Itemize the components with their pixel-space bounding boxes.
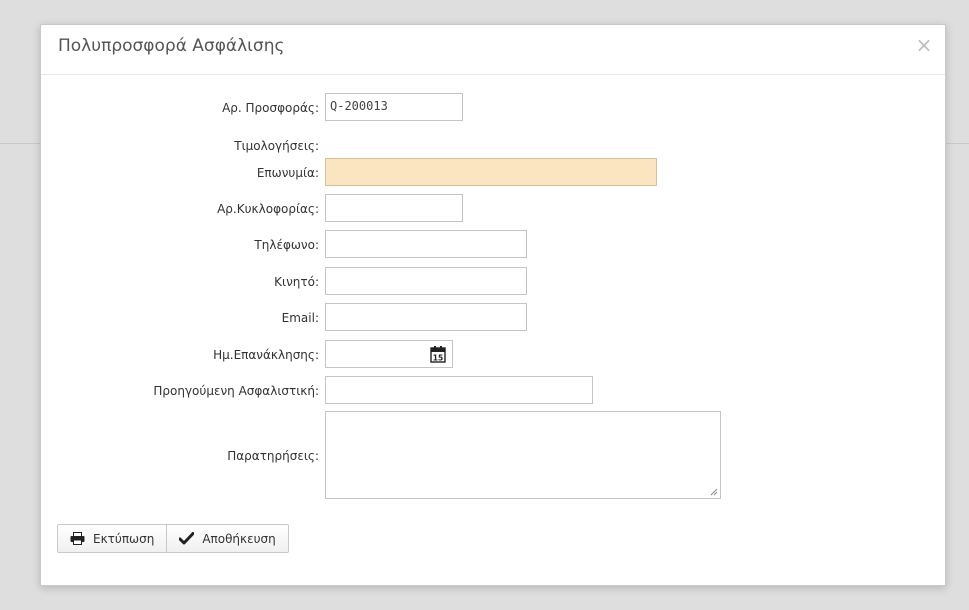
- print-button-label: Εκτύπωση: [93, 531, 155, 546]
- close-icon[interactable]: ×: [916, 33, 933, 57]
- save-button[interactable]: Αποθήκευση: [166, 525, 287, 552]
- invoicing-label: Τιμολογήσεις:: [234, 139, 319, 153]
- row-plate-number: Αρ.Κυκλοφορίας:: [41, 194, 945, 224]
- printer-icon: [70, 532, 85, 545]
- phone-field[interactable]: [325, 230, 527, 258]
- row-recall-date: Ημ.Επανάκλησης: 15: [41, 340, 945, 370]
- email-label: Email:: [281, 311, 319, 325]
- recall-date-label: Ημ.Επανάκλησης:: [213, 348, 319, 362]
- dialog-title: Πολυπροσφορά Ασφάλισης: [58, 36, 285, 56]
- row-email: Email:: [41, 303, 945, 333]
- resize-grip-icon[interactable]: [710, 488, 718, 496]
- plate-number-field[interactable]: [325, 194, 463, 222]
- row-company-name: Επωνυμία:: [41, 158, 945, 188]
- notes-label: Παρατηρήσεις:: [227, 449, 319, 463]
- action-button-group: Εκτύπωση Αποθήκευση: [57, 524, 289, 553]
- row-previous-insurer: Προηγούμενη Ασφαλιστική:: [41, 376, 945, 406]
- phone-label: Τηλέφωνο:: [254, 238, 319, 252]
- checkmark-icon: [179, 532, 195, 545]
- mobile-label: Κινητό:: [274, 275, 319, 289]
- recall-date-field[interactable]: 15: [325, 340, 453, 368]
- plate-number-label: Αρ.Κυκλοφορίας:: [217, 202, 319, 216]
- insurance-offer-dialog: Πολυπροσφορά Ασφάλισης × Αρ. Προσφοράς: …: [40, 24, 946, 586]
- calendar-icon-day: 15: [433, 354, 443, 363]
- previous-insurer-field[interactable]: [325, 376, 593, 404]
- email-field[interactable]: [325, 303, 527, 331]
- close-button[interactable]: ×: [915, 35, 933, 55]
- notes-textarea[interactable]: [325, 411, 721, 499]
- row-phone: Τηλέφωνο:: [41, 230, 945, 260]
- row-offer-number: Αρ. Προσφοράς: Q-200013: [41, 93, 945, 123]
- offer-number-label: Αρ. Προσφοράς:: [222, 101, 319, 115]
- row-notes: Παρατηρήσεις:: [41, 411, 945, 499]
- row-mobile: Κινητό:: [41, 267, 945, 297]
- print-button[interactable]: Εκτύπωση: [58, 525, 166, 552]
- save-button-label: Αποθήκευση: [202, 531, 276, 546]
- mobile-field[interactable]: [325, 267, 527, 295]
- offer-number-field[interactable]: Q-200013: [325, 93, 463, 121]
- previous-insurer-label: Προηγούμενη Ασφαλιστική:: [153, 384, 319, 398]
- company-name-field[interactable]: [325, 158, 657, 186]
- dialog-header: Πολυπροσφορά Ασφάλισης ×: [41, 25, 945, 75]
- company-name-label: Επωνυμία:: [256, 166, 319, 180]
- row-invoicing: Τιμολογήσεις:: [41, 131, 945, 161]
- calendar-icon[interactable]: 15: [430, 345, 446, 363]
